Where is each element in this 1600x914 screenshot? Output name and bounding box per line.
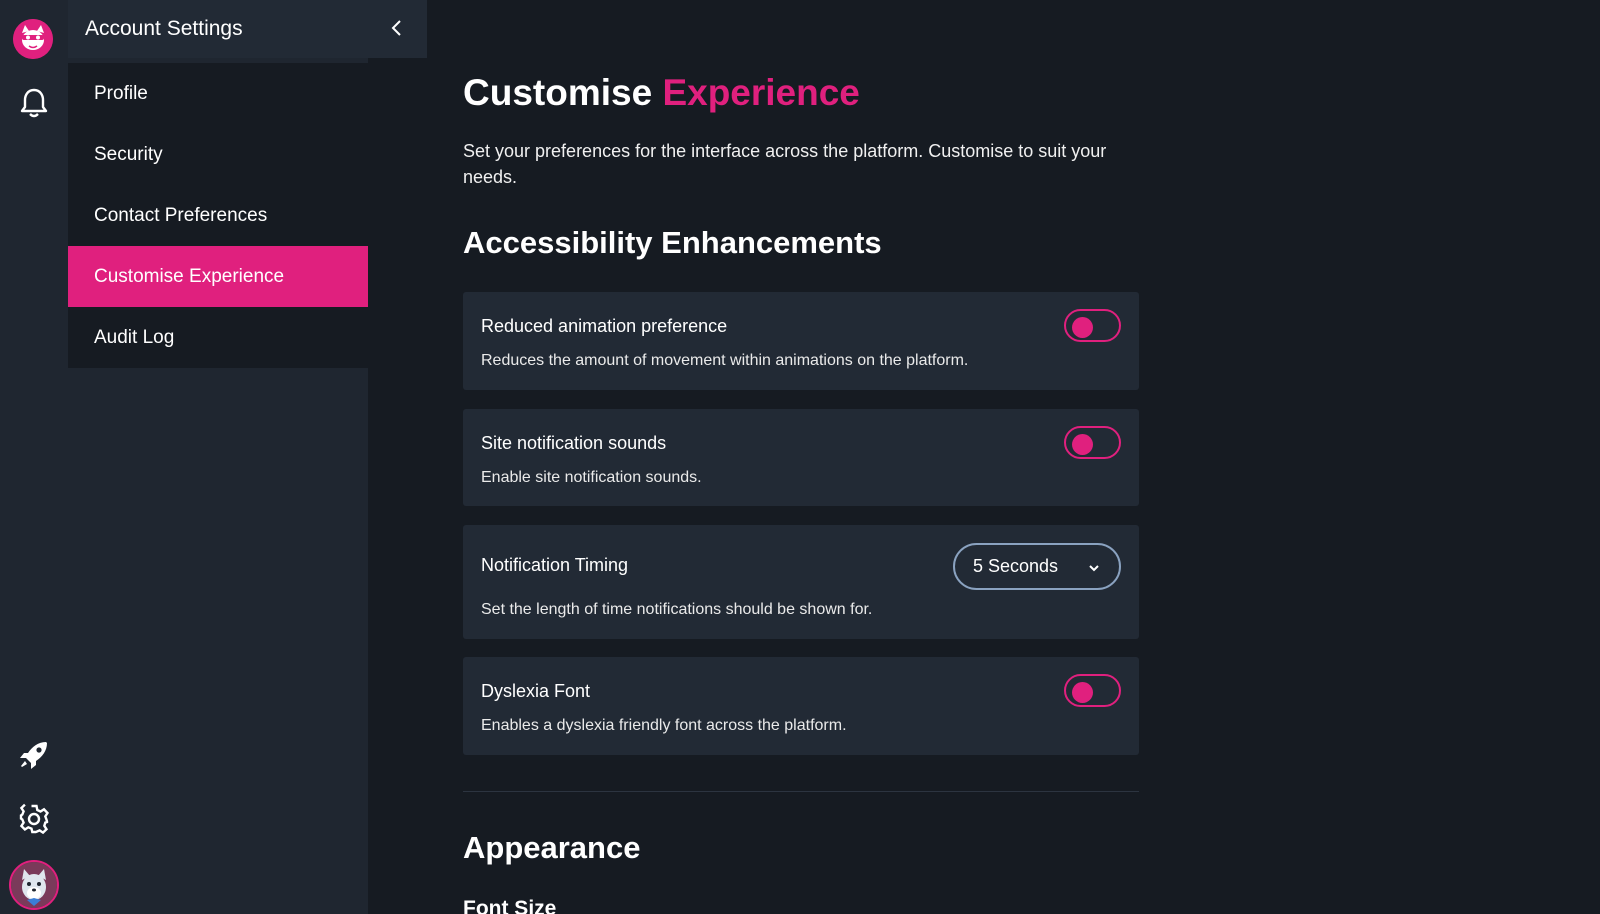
setting-description: Enables a dyslexia friendly font across … bbox=[481, 717, 847, 734]
sidebar-item-customise-experience[interactable]: Customise Experience bbox=[68, 246, 368, 307]
sidebar-item-audit-log[interactable]: Audit Log bbox=[68, 307, 368, 368]
font-size-heading: Font Size bbox=[463, 897, 557, 914]
sidebar-item-label: Security bbox=[94, 143, 163, 165]
chevron-left-icon[interactable] bbox=[387, 17, 407, 39]
page-title-main: Customise bbox=[463, 72, 653, 113]
sidebar-menu: Profile Security Contact Preferences Cus… bbox=[68, 63, 368, 368]
chevron-down-icon bbox=[1087, 559, 1101, 573]
sidebar-item-profile[interactable]: Profile bbox=[68, 63, 368, 124]
reduced-animation-toggle[interactable] bbox=[1064, 309, 1121, 342]
setting-description: Reduces the amount of movement within an… bbox=[481, 352, 969, 369]
sidebar-item-label: Contact Preferences bbox=[94, 204, 268, 226]
setting-description: Set the length of time notifications sho… bbox=[481, 601, 873, 618]
setting-card-dyslexia-font: Dyslexia Font Enables a dyslexia friendl… bbox=[463, 657, 1139, 755]
rocket-icon[interactable] bbox=[18, 739, 50, 771]
bell-icon[interactable] bbox=[19, 87, 49, 119]
section-title-appearance: Appearance bbox=[463, 830, 641, 865]
page-title-accent: Experience bbox=[662, 72, 860, 113]
setting-title: Site notification sounds bbox=[481, 433, 667, 453]
gear-icon[interactable] bbox=[18, 803, 50, 835]
setting-description: Enable site notification sounds. bbox=[481, 469, 702, 486]
sidebar-item-label: Profile bbox=[94, 82, 148, 104]
logo-icon[interactable] bbox=[13, 19, 53, 59]
sidebar-title: Account Settings bbox=[85, 17, 243, 40]
notification-sounds-toggle[interactable] bbox=[1064, 426, 1121, 459]
setting-title: Notification Timing bbox=[481, 555, 629, 575]
setting-card-notification-sounds: Site notification sounds Enable site not… bbox=[463, 409, 1139, 506]
sidebar-item-contact-preferences[interactable]: Contact Preferences bbox=[68, 185, 368, 246]
setting-card-notification-timing: Notification Timing Set the length of ti… bbox=[463, 525, 1139, 639]
setting-title: Reduced animation preference bbox=[481, 316, 728, 336]
section-divider bbox=[463, 791, 1139, 792]
section-title-accessibility: Accessibility Enhancements bbox=[463, 225, 882, 260]
avatar[interactable] bbox=[9, 860, 59, 910]
notification-timing-select[interactable]: 5 Seconds bbox=[953, 543, 1121, 590]
sidebar-item-security[interactable]: Security bbox=[68, 124, 368, 185]
dyslexia-font-toggle[interactable] bbox=[1064, 674, 1121, 707]
toggle-knob bbox=[1072, 434, 1093, 455]
select-value: 5 Seconds bbox=[973, 556, 1059, 576]
page-intro: Set your preferences for the interface a… bbox=[463, 141, 1107, 187]
toggle-knob bbox=[1072, 682, 1093, 703]
icon-rail bbox=[0, 0, 68, 914]
page-title: Customise Experience bbox=[463, 72, 860, 114]
sidebar-item-label: Audit Log bbox=[94, 326, 175, 348]
setting-title: Dyslexia Font bbox=[481, 681, 591, 701]
toggle-knob bbox=[1072, 317, 1093, 338]
sidebar-item-label: Customise Experience bbox=[94, 265, 285, 287]
setting-card-reduced-animation: Reduced animation preference Reduces the… bbox=[463, 292, 1139, 390]
